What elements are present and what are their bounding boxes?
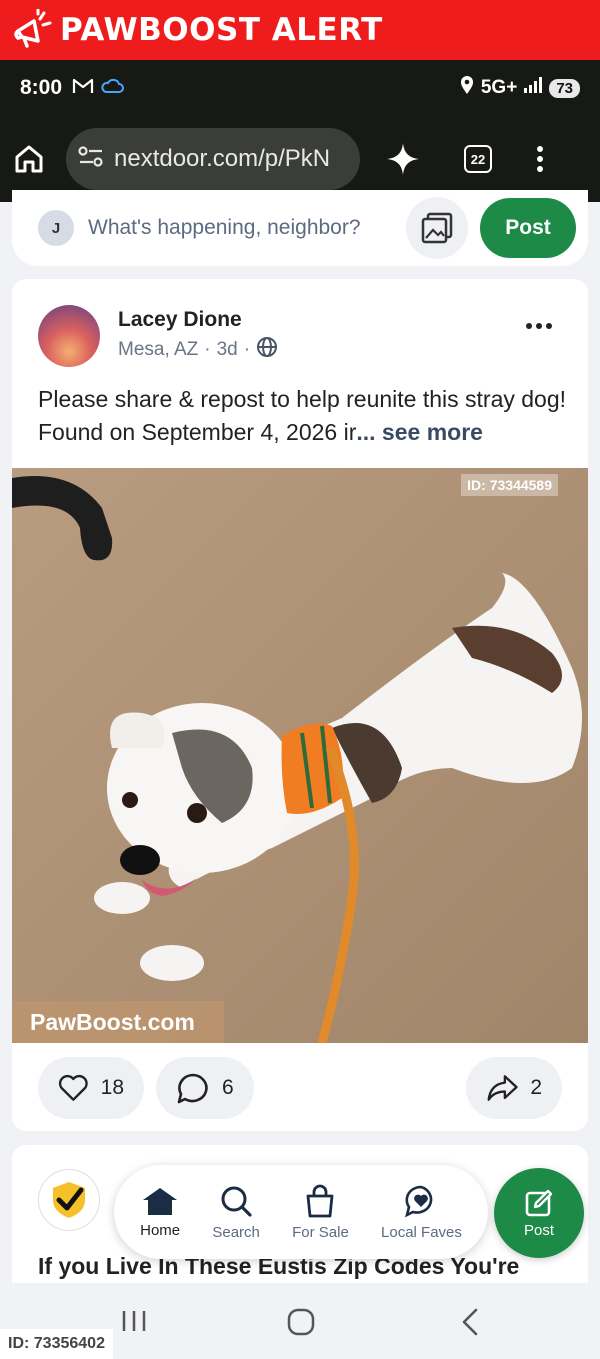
home-icon[interactable] [14,144,44,174]
share-button[interactable]: 2 [466,1057,562,1119]
nav-home[interactable]: Home [140,1186,180,1239]
reaction-row: 18 6 2 [38,1057,562,1119]
photo-id-tag: ID: 73344589 [461,474,558,496]
battery-indicator: 73 [549,78,580,98]
nav-local-faves[interactable]: Local Faves [381,1184,462,1241]
search-icon [221,1186,252,1217]
post-age: 3d [216,339,238,360]
url-text[interactable]: nextdoor.com/p/PkN [114,145,354,173]
post-fab-button[interactable]: Post [494,1168,584,1258]
share-count: 2 [530,1076,542,1099]
banner-title: PAWBOOST ALERT [60,12,383,48]
share-icon [487,1075,518,1101]
shield-check-logo-icon[interactable] [38,1169,100,1231]
network-type: 5G+ [480,77,518,98]
cloud-icon [100,78,125,99]
home-circle-icon[interactable] [286,1307,316,1342]
recent-apps-icon[interactable] [120,1307,148,1340]
back-icon[interactable] [458,1307,482,1342]
photo-watermark: PawBoost.com [12,1001,224,1043]
comment-icon [177,1073,208,1104]
location-icon [459,75,475,101]
comment-button[interactable]: 6 [156,1057,254,1119]
user-avatar[interactable]: J [38,210,74,246]
comment-count: 6 [222,1076,234,1099]
gmail-icon [72,78,94,99]
composer-prompt[interactable]: What's happening, neighbor? [88,216,361,240]
nav-for-sale[interactable]: For Sale [292,1184,349,1241]
author-avatar[interactable] [38,305,100,367]
home-icon [143,1187,178,1215]
url-bar[interactable]: nextdoor.com/p/PkN [66,128,360,190]
globe-icon [256,336,278,364]
dog-photo [12,468,588,1043]
nav-home-label: Home [140,1221,181,1239]
like-button[interactable]: 18 [38,1057,144,1119]
photo-icon [421,212,453,244]
megaphone-icon [8,7,54,53]
post-text: Please share & repost to help reunite th… [38,386,567,445]
nav-local-faves-label: Local Faves [381,1223,462,1241]
pawboost-alert-banner: PAWBOOST ALERT [0,0,600,60]
site-settings-icon[interactable] [78,145,104,173]
heart-icon [58,1074,88,1101]
post-photo[interactable]: ID: 73344589 PawBoost.com [12,468,588,1043]
see-more-link[interactable]: ... see more [356,419,483,445]
nav-for-sale-label: For Sale [292,1223,349,1241]
post-body: Please share & repost to help reunite th… [38,383,568,449]
status-bar: 8:00 5G+ 73 [0,60,600,116]
post-card: Lacey Dione Mesa, AZ · 3d · Please share… [12,279,588,1131]
post-options-icon[interactable] [526,323,552,329]
author-name[interactable]: Lacey Dione [118,308,278,332]
nav-search-label: Search [212,1223,260,1241]
system-navigation: ID: 73356402 [0,1283,600,1359]
sparkle-icon[interactable] [386,142,420,176]
bottom-navigation: Home Search For Sale Local Faves [114,1165,488,1259]
menu-dots-icon[interactable] [536,145,544,173]
signal-icon [523,76,543,100]
tabs-button[interactable]: 22 [464,145,492,173]
add-photo-button[interactable] [406,197,468,259]
author-location: Mesa, AZ [118,339,199,360]
composer-post-button[interactable]: Post [480,198,576,258]
footer-id: ID: 73356402 [0,1329,113,1359]
post-fab-label: Post [523,1221,554,1239]
nav-search[interactable]: Search [212,1184,260,1241]
heart-chat-icon [405,1185,433,1217]
shopping-bag-icon [307,1184,334,1217]
status-time: 8:00 [20,76,63,99]
post-composer: J What's happening, neighbor? Post [12,190,588,266]
like-count: 18 [100,1076,124,1099]
tab-count: 22 [464,145,492,173]
compose-icon [525,1189,553,1216]
